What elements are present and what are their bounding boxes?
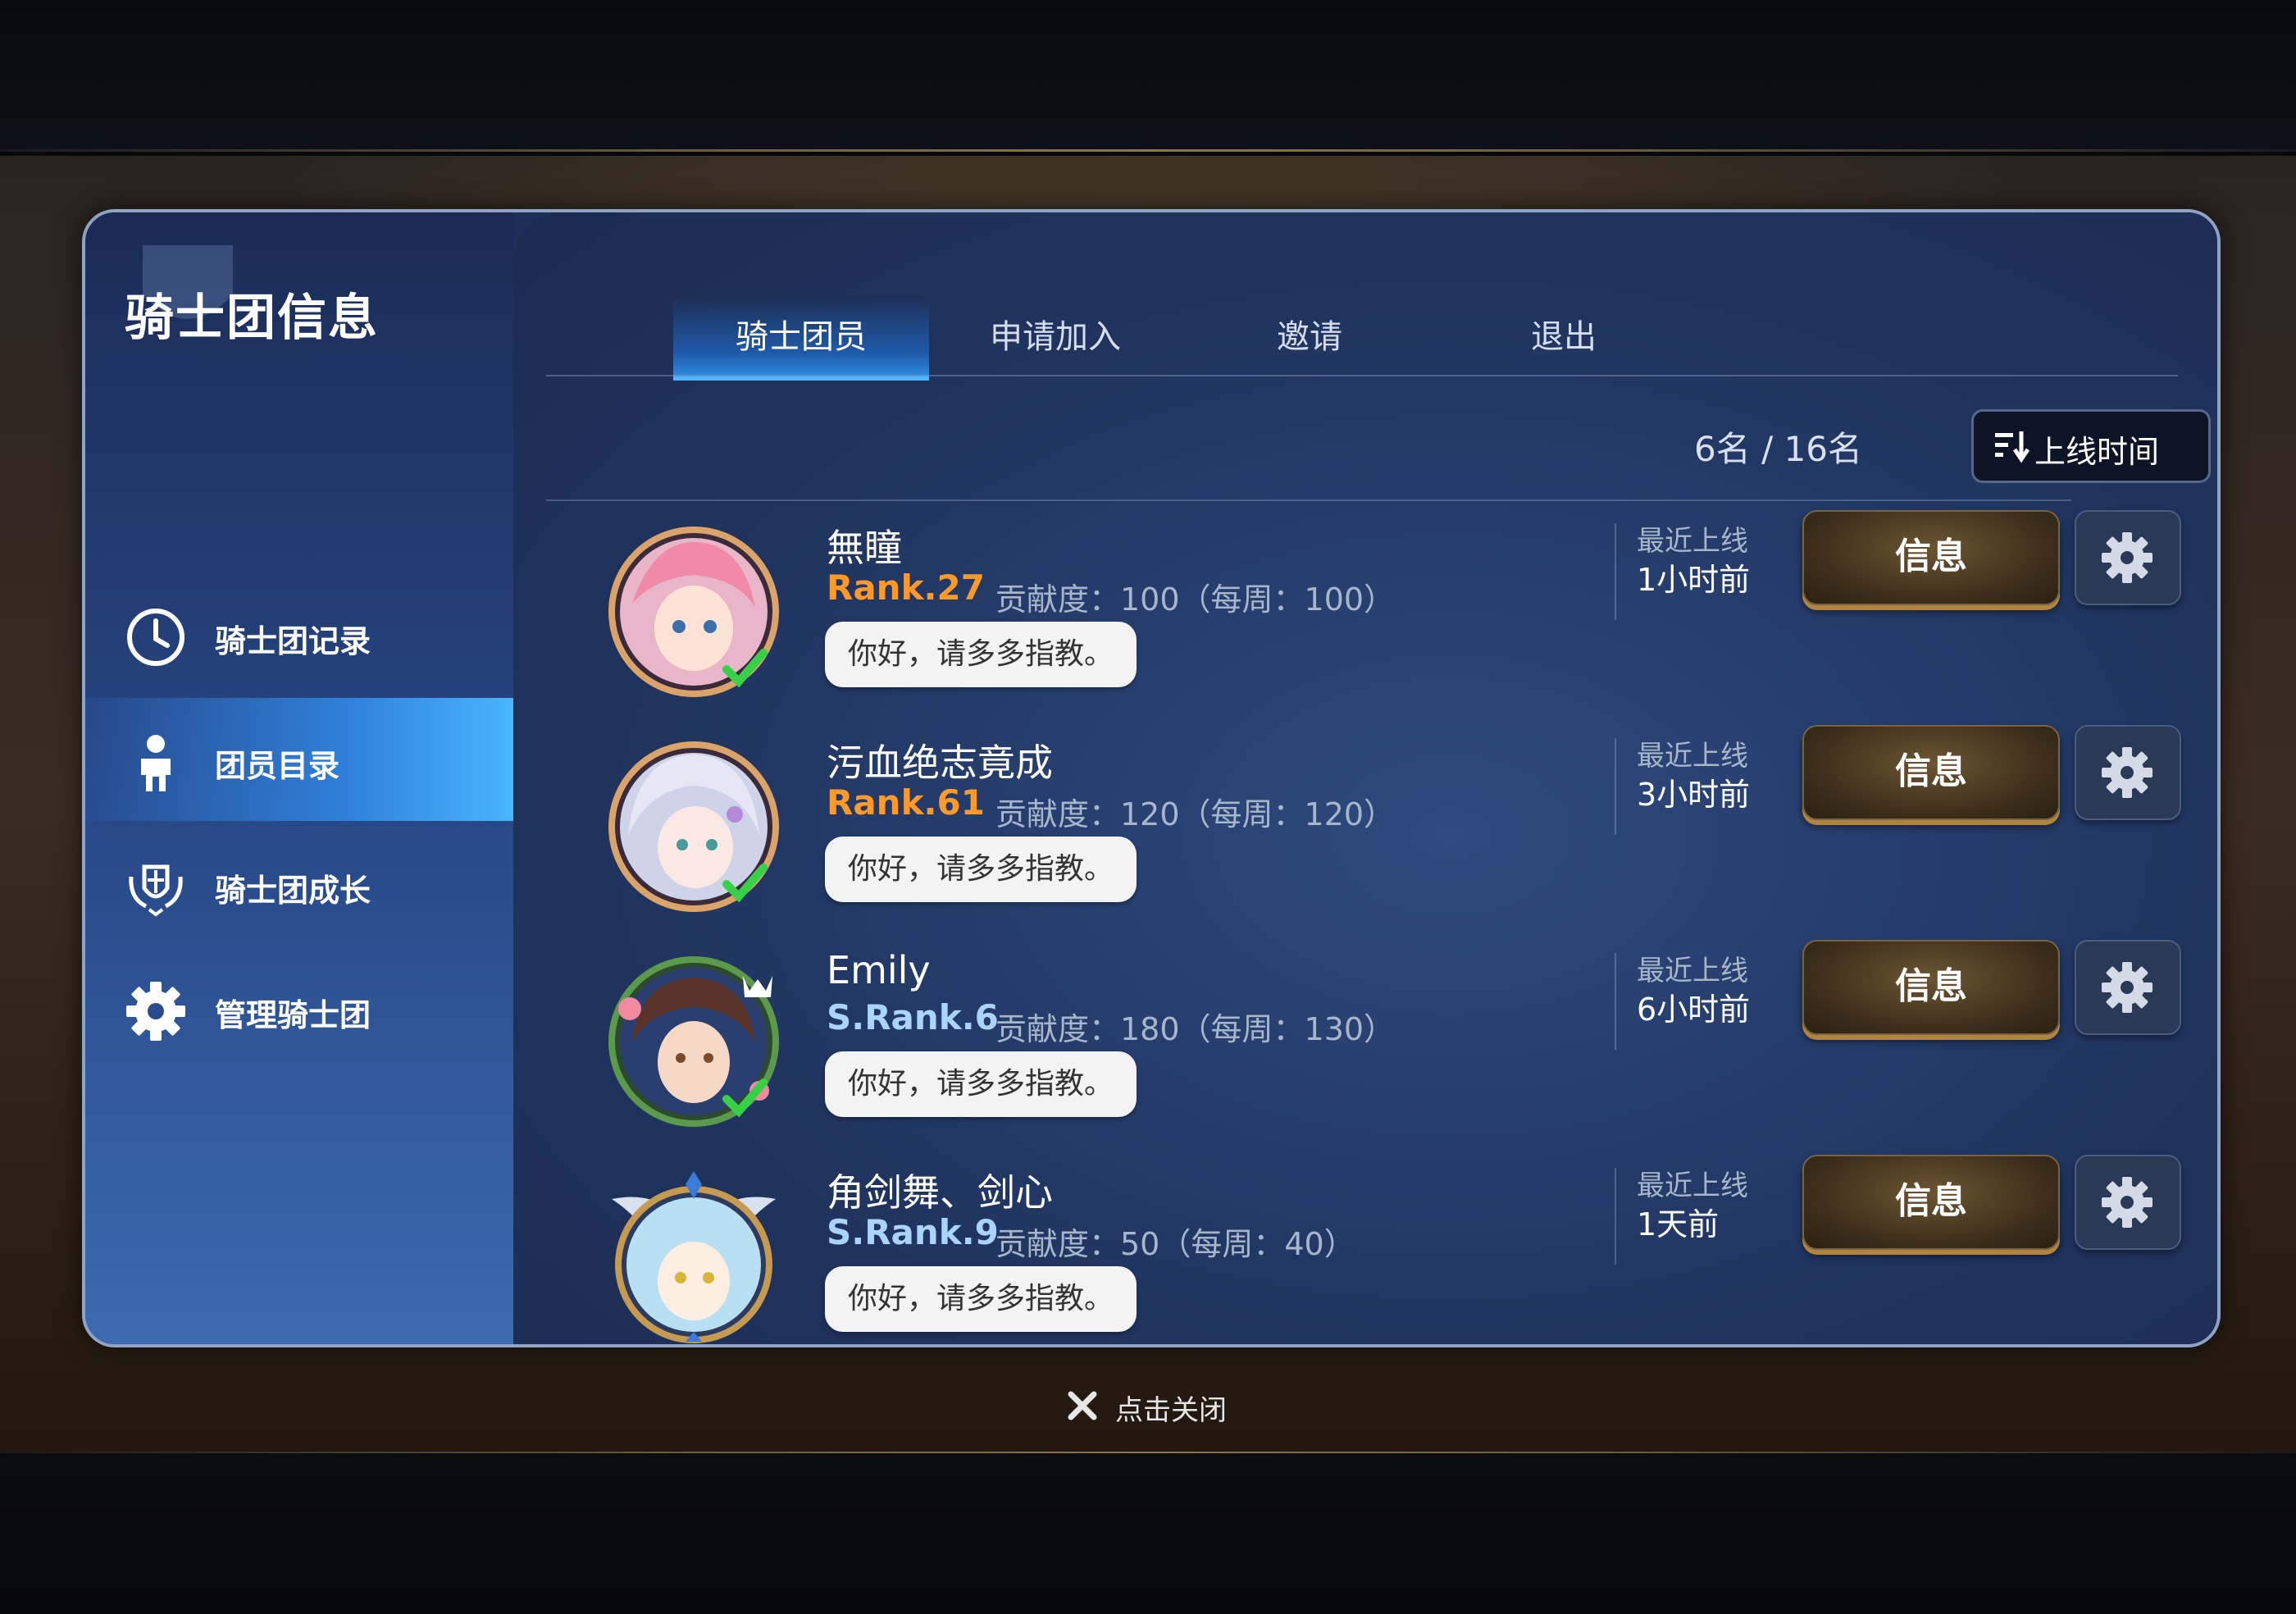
greeting-bubble: 你好，请多多指教。	[825, 1051, 1137, 1117]
member-name: 角剑舞、剑心	[827, 1170, 1053, 1215]
last-online-time: 3小时前	[1637, 777, 1751, 813]
last-online-label: 最近上线	[1637, 1169, 1748, 1202]
close-icon	[1068, 1391, 1097, 1420]
member-avatar[interactable]	[604, 951, 784, 1132]
sidebar-item-label: 团员目录	[215, 748, 340, 784]
greeting-bubble: 你好，请多多指教。	[825, 837, 1137, 902]
tab-leave[interactable]: 退出	[1436, 299, 1692, 376]
member-name: Emily	[827, 948, 931, 992]
tabs-divider	[546, 375, 2178, 376]
guild-dialog: 骑士团信息 骑士团记录 团员目录 骑士团成长 管理骑士团 骑士团员 申请加入 邀…	[82, 209, 2221, 1347]
member-row: 角剑舞、剑心 S.Rank.9 贡献度：50（每周：40） 你好，请多多指教。 …	[513, 1148, 2217, 1347]
member-panel: 骑士团员 申请加入 邀请 退出 6名 / 16名 上线时间 無瞳 Rank.27…	[513, 212, 2217, 1344]
greeting-bubble: 你好，请多多指教。	[825, 622, 1137, 687]
member-settings-button[interactable]	[2075, 725, 2181, 820]
last-online-label: 最近上线	[1637, 740, 1748, 773]
member-row: 污血绝志竟成 Rank.61 贡献度：120（每周：120） 你好，请多多指教。…	[513, 718, 2217, 933]
sidebar-item-growth[interactable]: 骑士团成长	[85, 823, 513, 946]
member-rank: S.Rank.6	[827, 997, 999, 1037]
info-button[interactable]: 信息	[1802, 510, 2060, 605]
member-rank: Rank.61	[827, 782, 985, 823]
info-button[interactable]: 信息	[1802, 725, 2060, 820]
last-online-label: 最近上线	[1637, 525, 1748, 558]
info-button[interactable]: 信息	[1802, 1155, 2060, 1250]
member-avatar[interactable]	[604, 736, 784, 917]
greeting-bubble: 你好，请多多指教。	[825, 1266, 1137, 1332]
last-online-time: 1天前	[1637, 1206, 1720, 1242]
member-avatar[interactable]	[604, 522, 784, 702]
gear-icon	[2102, 532, 2152, 583]
row-divider	[1615, 523, 1616, 620]
gear-icon	[2102, 747, 2152, 798]
row-divider	[1615, 738, 1616, 835]
member-contribution: 贡献度：50（每周：40）	[995, 1226, 1355, 1262]
last-online-time: 1小时前	[1637, 562, 1751, 598]
gear-icon	[2102, 1177, 2152, 1228]
gear-icon	[2102, 962, 2152, 1013]
member-contribution: 贡献度：120（每周：120）	[995, 796, 1396, 832]
gear-icon	[126, 982, 185, 1041]
sidebar-item-label: 管理骑士团	[215, 997, 371, 1033]
member-name: 無瞳	[827, 526, 902, 570]
sidebar-title: 骑士团信息	[125, 290, 379, 347]
row-divider	[1615, 1168, 1616, 1265]
member-name: 污血绝志竟成	[827, 741, 1053, 785]
member-row: Emily S.Rank.6 贡献度：180（每周：130） 你好，请多多指教。…	[513, 933, 2217, 1148]
member-count: 6名 / 16名	[1694, 429, 1863, 469]
member-settings-button[interactable]	[2075, 1155, 2181, 1250]
person-icon	[141, 735, 171, 791]
sidebar-item-members[interactable]: 团员目录	[85, 698, 513, 821]
close-label: 点击关闭	[1115, 1394, 1227, 1427]
sidebar-item-records[interactable]: 骑士团记录	[85, 573, 513, 696]
sidebar-item-label: 骑士团记录	[215, 623, 371, 659]
sidebar-item-manage[interactable]: 管理骑士团	[85, 947, 513, 1070]
clock-icon	[127, 609, 184, 666]
member-rank: S.Rank.9	[827, 1212, 999, 1252]
member-settings-button[interactable]	[2075, 510, 2181, 605]
member-avatar[interactable]	[604, 1166, 784, 1347]
sidebar: 骑士团信息 骑士团记录 团员目录 骑士团成长 管理骑士团	[85, 212, 513, 1344]
last-online-label: 最近上线	[1637, 955, 1748, 987]
member-contribution: 贡献度：180（每周：130）	[995, 1011, 1396, 1047]
tab-invite[interactable]: 邀请	[1182, 299, 1437, 376]
sort-icon	[1995, 431, 2030, 463]
top-divider	[0, 149, 2296, 152]
crest-icon	[129, 864, 183, 917]
last-online-time: 6小时前	[1637, 992, 1751, 1028]
list-divider	[546, 499, 2071, 501]
sort-label: 上线时间	[2034, 434, 2160, 470]
tab-members[interactable]: 骑士团员	[673, 299, 929, 381]
member-rank: Rank.27	[827, 568, 985, 608]
member-row: 無瞳 Rank.27 贡献度：100（每周：100） 你好，请多多指教。 最近上…	[513, 504, 2217, 718]
top-backdrop	[0, 0, 2296, 152]
sort-button[interactable]: 上线时间	[1971, 409, 2211, 483]
sidebar-item-label: 骑士团成长	[215, 873, 371, 909]
bottom-backdrop	[0, 1453, 2296, 1614]
tab-applications[interactable]: 申请加入	[927, 299, 1183, 376]
info-button[interactable]: 信息	[1802, 940, 2060, 1035]
member-settings-button[interactable]	[2075, 940, 2181, 1035]
row-divider	[1615, 953, 1616, 1050]
member-contribution: 贡献度：100（每周：100）	[995, 581, 1396, 618]
